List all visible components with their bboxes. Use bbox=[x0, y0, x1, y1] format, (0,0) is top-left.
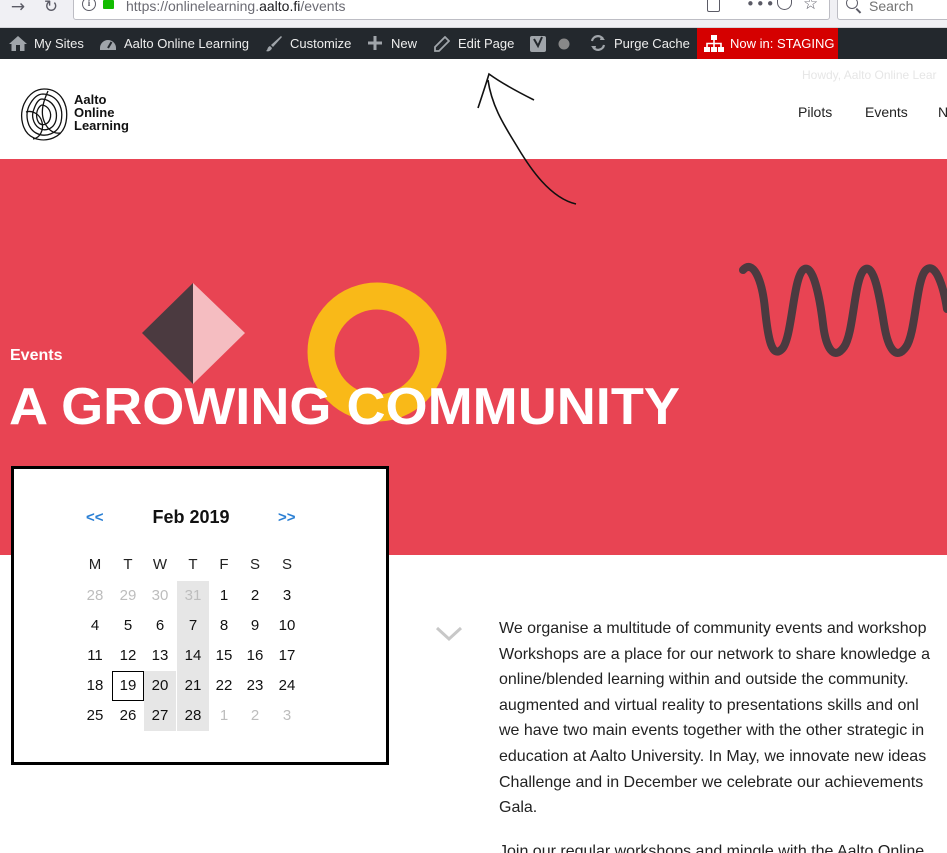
paragraph-line: we have two main events together with th… bbox=[499, 722, 925, 740]
howdy-greeting[interactable]: Howdy, Aalto Online Lear bbox=[802, 68, 937, 82]
url-text[interactable]: https://onlinelearning.aalto.fi/events bbox=[126, 0, 345, 14]
admin-new[interactable]: New bbox=[391, 28, 417, 59]
diamond-dark-half bbox=[142, 283, 193, 384]
calendar-day: 29 bbox=[119, 587, 137, 604]
admin-customize[interactable]: Customize bbox=[290, 28, 351, 59]
paragraph-line: Gala. bbox=[499, 799, 538, 817]
aalto-logo-icon[interactable] bbox=[18, 86, 70, 144]
calendar-weekday-header: T bbox=[123, 556, 133, 573]
paragraph-line: Workshops are a place for our network to… bbox=[499, 645, 931, 663]
calendar-day[interactable]: 11 bbox=[79, 641, 111, 671]
chevron-down-icon[interactable] bbox=[435, 624, 463, 644]
calendar-day[interactable]: 22 bbox=[208, 671, 240, 701]
calendar-day[interactable]: 10 bbox=[271, 611, 303, 641]
paragraph-line: online/blended learning within and outsi… bbox=[499, 671, 909, 689]
calendar-day[interactable]: 13 bbox=[144, 641, 176, 671]
calendar-month-title: Feb 2019 bbox=[152, 507, 230, 527]
calendar-weekday-header: W bbox=[152, 556, 168, 573]
calendar-day[interactable]: 5 bbox=[112, 611, 144, 641]
calendar-day[interactable]: 6 bbox=[144, 611, 176, 641]
calendar-day[interactable]: 9 bbox=[239, 611, 271, 641]
search-placeholder[interactable]: Search bbox=[869, 0, 913, 14]
hero-label: Events bbox=[10, 347, 63, 364]
diamond-pink-half bbox=[193, 283, 245, 384]
logo-wordmark[interactable]: Aalto Online Learning bbox=[74, 93, 129, 132]
calendar-day: 30 bbox=[151, 587, 169, 604]
paragraph-line: augmented and virtual reality to present… bbox=[499, 696, 919, 714]
admin-edit-page[interactable]: Edit Page bbox=[458, 28, 514, 59]
calendar-day[interactable]: 17 bbox=[271, 641, 303, 671]
calendar-day[interactable]: 21 bbox=[177, 671, 209, 701]
more-icon[interactable]: ••• bbox=[746, 0, 776, 13]
paragraph-line: education at Aalto University. In May, w… bbox=[499, 747, 927, 765]
screenshot-root: → ↻ i https://onlinelearning.aalto.fi/ev… bbox=[0, 0, 947, 853]
calendar-day[interactable]: 23 bbox=[239, 671, 271, 701]
calendar-weekday-header: M bbox=[88, 556, 102, 573]
yoast-seo-icon[interactable] bbox=[529, 35, 547, 53]
events-intro-paragraph: We organise a multitude of community eve… bbox=[499, 616, 947, 821]
nav-item-truncated[interactable]: N bbox=[938, 104, 947, 120]
calendar-next-button[interactable]: >> bbox=[278, 509, 296, 526]
calendar-day[interactable]: 20 bbox=[144, 671, 176, 701]
seo-status-dot-icon bbox=[558, 38, 570, 50]
calendar-day: 2 bbox=[250, 707, 260, 724]
dashboard-icon bbox=[100, 40, 116, 50]
purge-cache-icon bbox=[590, 35, 606, 51]
calendar-day[interactable]: 12 bbox=[112, 641, 144, 671]
calendar-day[interactable]: 2 bbox=[239, 581, 271, 611]
calendar-day[interactable]: 8 bbox=[208, 611, 240, 641]
calendar-day[interactable]: 7 bbox=[177, 611, 209, 641]
nav-events[interactable]: Events bbox=[865, 104, 908, 120]
calendar-day[interactable]: 15 bbox=[208, 641, 240, 671]
logo-line-3: Learning bbox=[74, 118, 129, 133]
my-sites-icon bbox=[9, 36, 27, 51]
forward-icon[interactable]: → bbox=[8, 0, 28, 17]
calendar-day[interactable]: 1 bbox=[208, 581, 240, 611]
plus-icon bbox=[368, 36, 382, 50]
bookmark-star-icon[interactable]: ☆ bbox=[803, 0, 818, 14]
calendar-weekday-header: S bbox=[249, 556, 260, 573]
lock-icon[interactable] bbox=[103, 0, 114, 9]
search-icon bbox=[846, 0, 858, 9]
nav-pilots[interactable]: Pilots bbox=[798, 104, 832, 120]
sitemap-icon bbox=[704, 35, 724, 52]
pencil-icon bbox=[434, 36, 450, 52]
reader-view-icon[interactable] bbox=[707, 0, 720, 12]
calendar-weekday-header: F bbox=[219, 556, 229, 573]
calendar-day[interactable]: 28 bbox=[177, 701, 209, 731]
paragraph-line: Challenge and in December we celebrate o… bbox=[499, 773, 924, 791]
calendar-day[interactable]: 18 bbox=[79, 671, 111, 701]
calendar-day[interactable]: 16 bbox=[239, 641, 271, 671]
calendar-day[interactable]: 3 bbox=[271, 581, 303, 611]
paragraph-line: We organise a multitude of community eve… bbox=[499, 620, 927, 637]
calendar-day: 28 bbox=[86, 587, 104, 604]
calendar-weekday-header: S bbox=[281, 556, 292, 573]
admin-my-sites[interactable]: My Sites bbox=[34, 28, 84, 59]
calendar-day: 3 bbox=[282, 707, 292, 724]
calendar-day[interactable]: 27 bbox=[144, 701, 176, 731]
calendar-day: 31 bbox=[177, 581, 209, 611]
admin-purge-cache[interactable]: Purge Cache bbox=[614, 28, 690, 59]
second-paragraph-line: Join our regular workshops and mingle wi… bbox=[499, 843, 925, 853]
hero-title: A GROWING COMMUNITY bbox=[9, 378, 680, 436]
admin-site-name[interactable]: Aalto Online Learning bbox=[124, 28, 249, 59]
wave-squiggle bbox=[739, 263, 947, 357]
calendar-day[interactable]: 4 bbox=[79, 611, 111, 641]
admin-staging-label[interactable]: Now in: STAGING bbox=[730, 28, 835, 59]
calendar-day[interactable]: 14 bbox=[177, 641, 209, 671]
calendar-day[interactable]: 25 bbox=[79, 701, 111, 731]
calendar-prev-button[interactable]: << bbox=[86, 509, 104, 526]
customize-brush-icon bbox=[266, 36, 282, 52]
annotation-arrow-icon bbox=[477, 72, 577, 205]
calendar-day: 1 bbox=[219, 707, 229, 724]
reload-icon[interactable]: ↻ bbox=[41, 0, 61, 17]
calendar-day[interactable]: 24 bbox=[271, 671, 303, 701]
calendar-weekday-header: T bbox=[188, 556, 198, 573]
calendar-day[interactable]: 19 bbox=[112, 671, 144, 701]
calendar-day[interactable]: 26 bbox=[112, 701, 144, 731]
